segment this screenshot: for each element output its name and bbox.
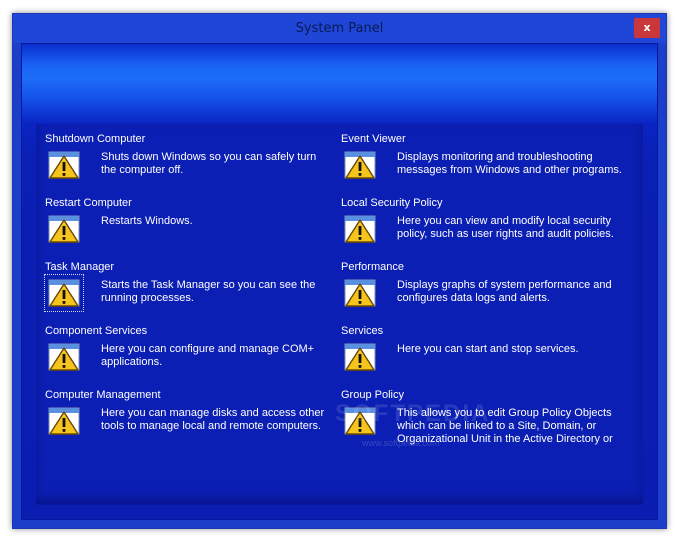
item-services[interactable]: Services Here you can start and stop ser… <box>341 325 631 389</box>
item-shutdown-computer[interactable]: Shutdown Computer Shuts down Windows so … <box>45 133 335 197</box>
item-title[interactable]: Services <box>341 325 383 337</box>
title-bar[interactable]: System Panel x <box>13 14 666 43</box>
item-performance[interactable]: Performance Displays graphs of system pe… <box>341 261 631 325</box>
item-description: Displays graphs of system performance an… <box>397 279 612 304</box>
item-description: Here you can manage disks and access oth… <box>101 407 325 432</box>
item-title[interactable]: Computer Management <box>45 389 161 401</box>
item-title[interactable]: Performance <box>341 261 404 273</box>
watermark-url: www.softpedia.com <box>362 438 440 448</box>
item-title[interactable]: Event Viewer <box>341 133 406 145</box>
warning-icon[interactable] <box>47 341 81 373</box>
item-title[interactable]: Restart Computer <box>45 197 132 209</box>
item-local-security-policy[interactable]: Local Security Policy Here you can view … <box>341 197 631 261</box>
item-description: Shuts down Windows so you can safely tur… <box>101 151 317 176</box>
warning-icon[interactable] <box>343 213 377 245</box>
item-title[interactable]: Component Services <box>45 325 147 337</box>
warning-icon[interactable] <box>343 149 377 181</box>
item-title[interactable]: Task Manager <box>45 261 114 273</box>
watermark-logo: SOFTPEDIA <box>335 400 491 427</box>
item-description: Here you can configure and manage COM+ a… <box>101 343 315 368</box>
panel-body: Shutdown Computer Shuts down Windows so … <box>21 43 658 520</box>
item-description: Displays monitoring and troubleshooting … <box>397 151 622 176</box>
item-description: Here you can start and stop services. <box>397 343 579 355</box>
item-task-manager[interactable]: Task Manager Starts the Task Manager so … <box>44 261 335 325</box>
close-button[interactable]: x <box>634 18 660 38</box>
warning-icon[interactable] <box>47 149 81 181</box>
item-title[interactable]: Local Security Policy <box>341 197 443 209</box>
warning-icon[interactable] <box>47 213 81 245</box>
item-computer-management[interactable]: Computer Management Here you can manage … <box>45 389 335 453</box>
item-event-viewer[interactable]: Event Viewer Displays monitoring and tro… <box>341 133 631 197</box>
window-title: System Panel <box>295 21 384 36</box>
item-restart-computer[interactable]: Restart Computer Restarts Windows. <box>45 197 335 261</box>
item-description: Here you can view and modify local secur… <box>397 215 614 240</box>
system-panel-window: System Panel x Shutdown Computer Shuts d… <box>12 13 667 529</box>
warning-icon[interactable] <box>47 405 81 437</box>
item-title[interactable]: Shutdown Computer <box>45 133 145 145</box>
item-component-services[interactable]: Component Services Here you can configur… <box>45 325 335 389</box>
item-description: Restarts Windows. <box>101 215 193 227</box>
warning-icon[interactable] <box>343 341 377 373</box>
warning-icon[interactable] <box>44 274 84 312</box>
warning-icon[interactable] <box>343 277 377 309</box>
item-description: Starts the Task Manager so you can see t… <box>101 279 316 304</box>
